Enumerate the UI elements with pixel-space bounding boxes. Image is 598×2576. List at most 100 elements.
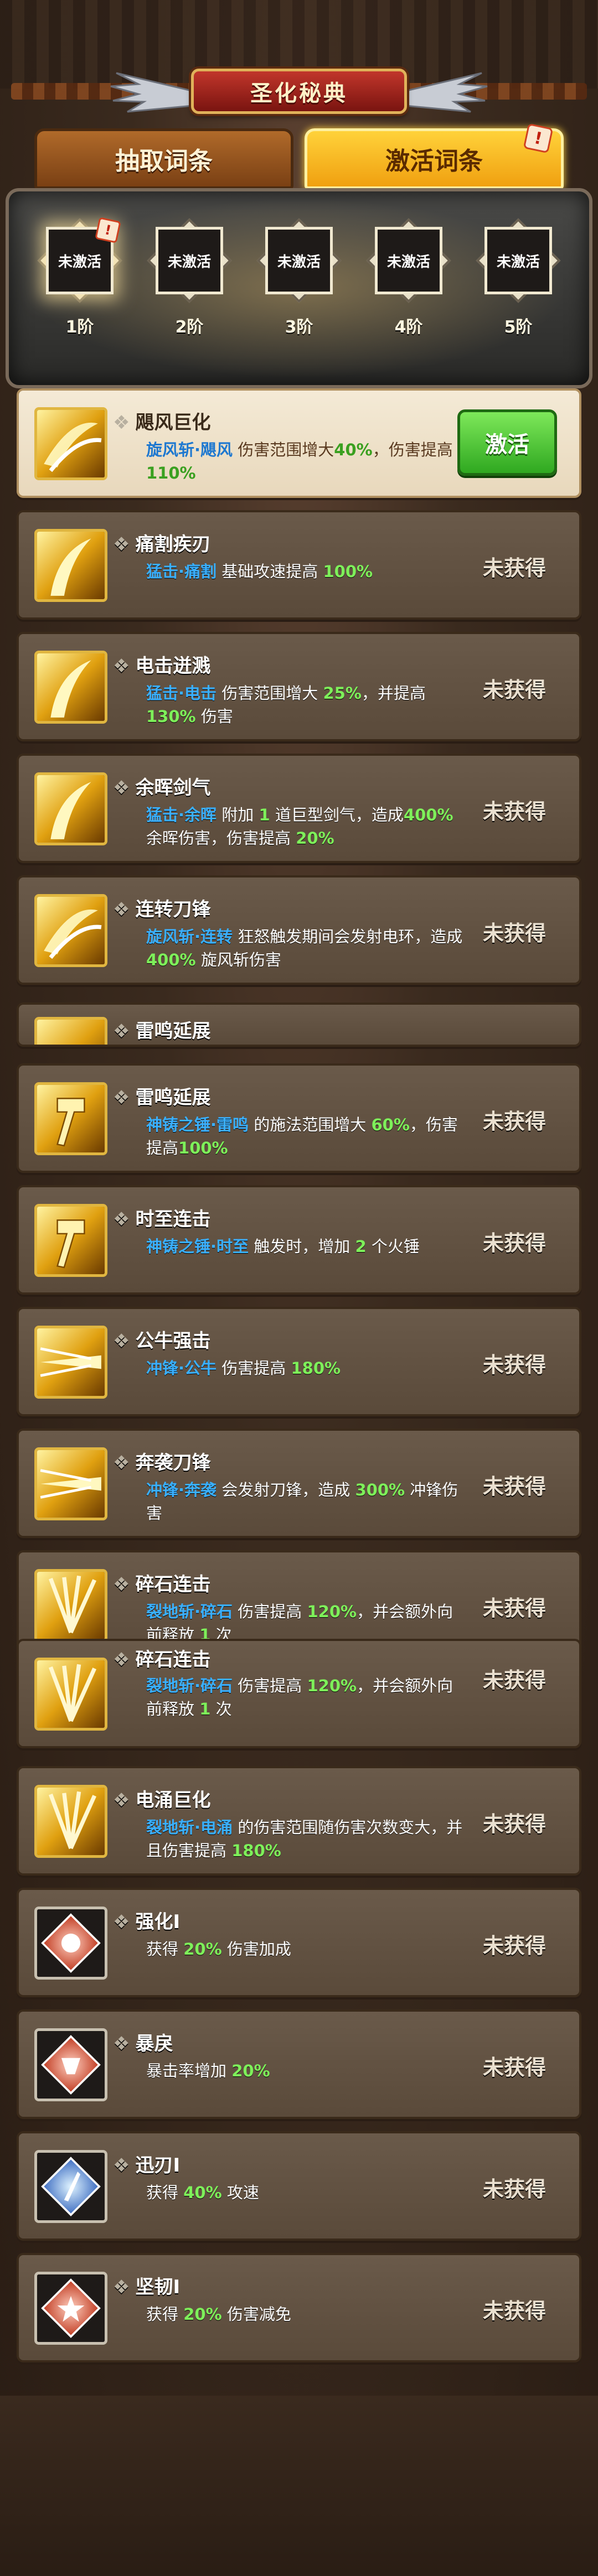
entry-description: 冲锋·公牛 伤害提高 180% [146, 1357, 467, 1380]
tab-activate-entries-label: 激活词条 [385, 147, 483, 175]
entry-description: 裂地斩·电涌 的伤害范围随伤害次数变大，并且伤害提高 180% [146, 1816, 467, 1862]
skill-name: 猛击·电击 [146, 684, 217, 703]
entry-row-partial: ❖ 雷鸣延展 [17, 1003, 581, 1047]
tier-status: 未激活 [156, 227, 223, 294]
desc-text: 伤害范围增大 [238, 440, 334, 459]
tier-label: 3阶 [285, 318, 313, 337]
tier-slot: 未激活 [256, 218, 342, 303]
entry-title-text: 痛割疾刃 [135, 533, 211, 555]
entry-title: ❖ 碎石连击 [113, 1644, 210, 1671]
skill-name: 神铸之锤·雷鸣 [146, 1115, 249, 1134]
status-unobtained: 未获得 [482, 799, 546, 824]
diamond-bullet-icon: ❖ [113, 1087, 130, 1109]
status-unobtained: 未获得 [482, 1109, 546, 1134]
desc-number: 130% [146, 707, 196, 726]
entry-row: ❖ 坚韧I 获得 20% 伤害减免 未获得 [17, 2253, 581, 2362]
activate-button[interactable]: 激活 [457, 409, 557, 476]
entry-row: ❖ 强化I 获得 20% 伤害加成 未获得 [17, 1888, 581, 1997]
status-unobtained: 未获得 [482, 1596, 546, 1621]
desc-text: 触发时，增加 [254, 1237, 350, 1256]
swift-blade-icon [34, 2150, 107, 2223]
tab-bar: 抽取词条 激活词条 ! [34, 123, 564, 189]
desc-text: 附加 [221, 806, 254, 824]
entry-description: 暴击率增加 20% [146, 2059, 467, 2082]
entry-title: ❖ 连转刀锋 [113, 894, 210, 921]
entry-row: ❖ 余晖剑气 猛击·余晖 附加 1 道巨型剑气，造成400% 余晖伤害，伤害提高 … [17, 754, 581, 863]
desc-text: 的施法范围增大 [254, 1115, 367, 1134]
tier-item-2[interactable]: 未激活 2阶 [141, 218, 238, 337]
entry-row: ❖ 奔袭刀锋 冲锋·奔袭 会发射刀锋，造成 300% 冲锋伤害 未获得 [17, 1429, 581, 1538]
diamond-bullet-icon: ❖ [113, 1573, 130, 1596]
entry-title-text: 迅刃I [135, 2154, 181, 2177]
hammer-icon [34, 1082, 107, 1155]
slash-icon [34, 529, 107, 602]
entry-title: ❖ 坚韧I [113, 2272, 180, 2299]
desc-text: 获得 [146, 2183, 179, 2202]
status-unobtained: 未获得 [482, 1353, 546, 1377]
desc-text: 伤害提高 [238, 1602, 302, 1621]
diamond-bullet-icon: ❖ [113, 412, 130, 434]
desc-number: 40% [183, 2183, 222, 2202]
entry-title-text: 电涌巨化 [135, 1789, 211, 1811]
skill-name: 裂地斩·碎石 [146, 1602, 233, 1621]
desc-number: 25% [323, 684, 362, 703]
diamond-bullet-icon: ❖ [113, 1208, 130, 1230]
status-unobtained: 未获得 [482, 1668, 546, 1692]
entry-row: ❖ 连转刀锋 旋风斩·连转 狂怒触发期间会发射电环，造成 400% 旋风斩伤害 未… [17, 875, 581, 985]
entry-title-text: 雷鸣延展 [135, 1087, 211, 1109]
tier-item-4[interactable]: 未激活 4阶 [360, 218, 457, 337]
entry-row: ❖ 暴戾 暴击率增加 20% 未获得 [17, 2009, 581, 2119]
entry-row: ❖ 公牛强击 冲锋·公牛 伤害提高 180% 未获得 [17, 1307, 581, 1416]
tier-status: 未激活 [265, 227, 333, 294]
diamond-bullet-icon: ❖ [113, 1649, 130, 1671]
entry-description: 猛击·余晖 附加 1 道巨型剑气，造成400% 余晖伤害，伤害提高 20% [146, 803, 467, 850]
desc-text: 个火锤 [371, 1237, 420, 1256]
entry-title: ❖ 电涌巨化 [113, 1785, 210, 1812]
skill-name: 裂地斩·电涌 [146, 1818, 233, 1837]
shatter-icon [34, 1785, 107, 1858]
tier-item-5[interactable]: 未激活 5阶 [470, 218, 567, 337]
skill-name: 猛击·余晖 [146, 806, 217, 824]
tier-item-1[interactable]: 未激活 ! 1阶 [31, 217, 128, 337]
entry-description: 神铸之锤·时至 触发时，增加 2 个火锤 [146, 1235, 467, 1258]
entry-row: ❖ 飓风巨化 旋风斩·飓风 伤害范围增大40%，伤害提高 110% 激活 [17, 388, 581, 498]
notification-badge: ! [95, 217, 121, 243]
fist-icon [34, 1907, 107, 1980]
entry-title-text: 坚韧I [135, 2276, 181, 2298]
status-unobtained: 未获得 [482, 556, 546, 580]
entry-title-text: 连转刀锋 [135, 899, 211, 921]
page-title: 圣化秘典 [191, 69, 407, 114]
desc-text: 会发射刀锋，造成 [221, 1481, 350, 1499]
desc-text: 伤害范围增大 [221, 684, 318, 703]
desc-text: 暴击率增加 [146, 2061, 227, 2080]
diamond-bullet-icon: ❖ [113, 1330, 130, 1352]
desc-number: 40% [334, 440, 373, 459]
status-unobtained: 未获得 [482, 2299, 546, 2323]
desc-text: 基础攻速提高 [221, 562, 318, 581]
desc-number: 180% [291, 1359, 341, 1378]
tab-draw-entries[interactable]: 抽取词条 [34, 128, 293, 189]
skill-name: 裂地斩·碎石 [146, 1676, 233, 1695]
diamond-bullet-icon: ❖ [113, 2154, 130, 2177]
status-unobtained: 未获得 [482, 1934, 546, 1958]
skill-name: 旋风斩·连转 [146, 927, 233, 946]
desc-text: 伤害加成 [226, 1940, 291, 1959]
entry-title: ❖ 公牛强击 [113, 1326, 210, 1353]
status-unobtained: 未获得 [482, 2055, 546, 2080]
skill-name: 猛击·痛割 [146, 562, 217, 581]
tab-activate-entries[interactable]: 激活词条 ! [305, 123, 564, 189]
status-unobtained: 未获得 [482, 1231, 546, 1255]
status-unobtained: 未获得 [482, 2177, 546, 2201]
desc-text: 伤害 [200, 707, 233, 726]
shatter-icon [34, 1569, 107, 1642]
diamond-bullet-icon: ❖ [113, 2276, 130, 2298]
entry-title-text: 飓风巨化 [135, 412, 211, 434]
entry-description: 裂地斩·碎石 伤害提高 120%，并会额外向前释放 1 次 [146, 1674, 467, 1721]
desc-number: 400% [403, 806, 453, 824]
desc-number: 20% [183, 1940, 222, 1959]
entry-title: ❖ 电击迸溅 [113, 651, 210, 678]
entry-description: 获得 40% 攻速 [146, 2181, 467, 2204]
footer-background [0, 2396, 598, 2576]
entry-title: ❖ 时至连击 [113, 1204, 210, 1231]
tier-item-3[interactable]: 未激活 3阶 [250, 218, 348, 337]
